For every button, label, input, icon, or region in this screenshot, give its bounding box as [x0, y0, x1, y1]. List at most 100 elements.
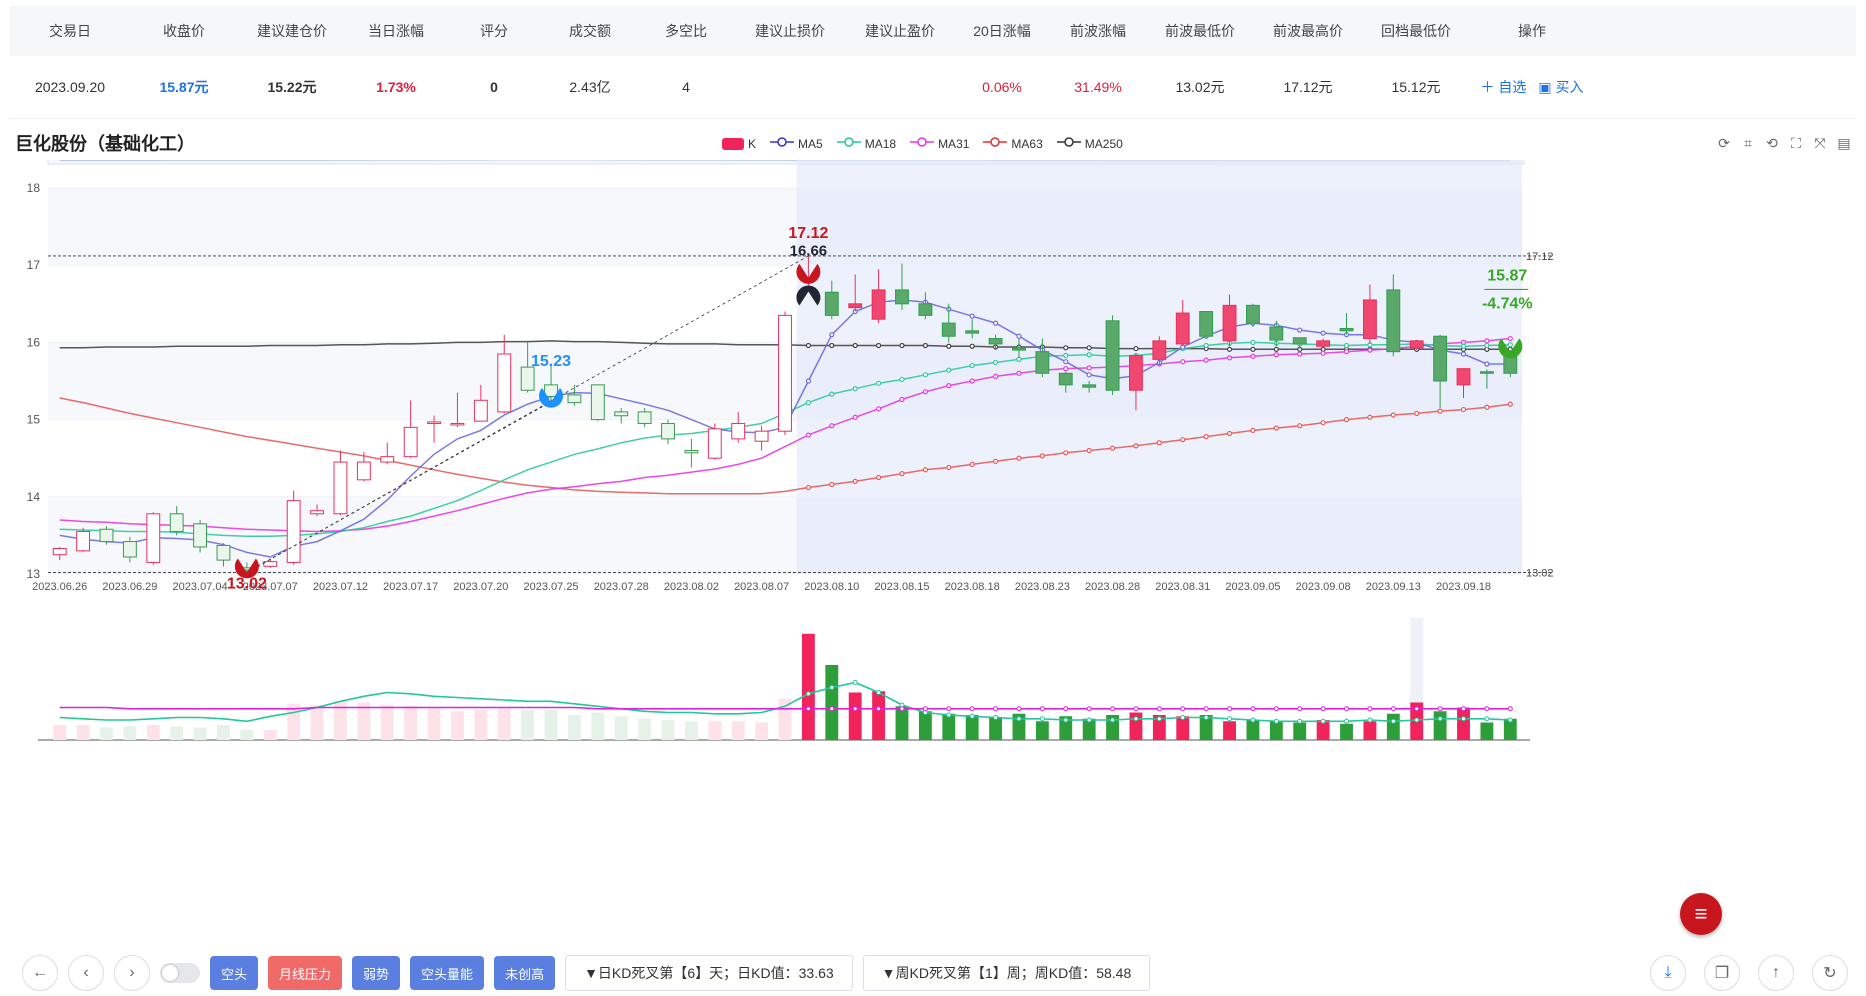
- status-tag[interactable]: 空头: [210, 956, 259, 990]
- table-cell: 1.73%: [376, 79, 416, 95]
- add-watchlist-button[interactable]: ＋ 自选: [1480, 77, 1526, 97]
- table-cell: 2.43亿: [569, 79, 611, 95]
- vol_ma_pink-point: [922, 706, 928, 712]
- legend-item[interactable]: K: [722, 137, 756, 151]
- ma63-point: [805, 484, 811, 491]
- legend-item[interactable]: MA63: [983, 136, 1043, 151]
- reset-icon[interactable]: ⤧: [1812, 135, 1828, 151]
- ma31-point: [922, 389, 928, 395]
- up-icon[interactable]: ↑: [1758, 955, 1794, 991]
- menu-icon[interactable]: ≡: [1680, 893, 1722, 935]
- fullscreen-icon[interactable]: ⛶: [1788, 135, 1804, 151]
- col-header: 收盘价: [163, 23, 205, 39]
- vol_ma_pink-point: [1390, 706, 1396, 712]
- ma18-point: [1484, 342, 1490, 349]
- vol_ma_green-point: [1297, 718, 1303, 724]
- status-tag[interactable]: 未创高: [494, 956, 556, 990]
- legend-item[interactable]: MA18: [836, 136, 896, 151]
- candle: [1456, 368, 1471, 386]
- ma31-point: [1016, 370, 1022, 376]
- candle: [1292, 337, 1307, 345]
- ma31-point: [1226, 355, 1233, 361]
- vol_ma_green-point: [1133, 716, 1139, 722]
- ma63-point: [1273, 425, 1279, 431]
- col-header: 评分: [480, 23, 508, 39]
- vol_ma_pink-point: [1110, 706, 1116, 712]
- ma31-point: [1180, 359, 1186, 365]
- vol_ma_pink-point: [993, 706, 999, 712]
- candle: [403, 426, 418, 458]
- candle: [1409, 340, 1424, 349]
- copy-icon[interactable]: ❐: [1704, 955, 1740, 991]
- ma5-point: [969, 313, 975, 319]
- vol_ma_green-point: [1367, 717, 1373, 723]
- crop-icon[interactable]: ⌗: [1740, 135, 1756, 151]
- table-cell: 2023.09.20: [34, 79, 106, 95]
- toggle-switch[interactable]: [160, 963, 200, 983]
- candle: [895, 289, 909, 305]
- download-icon[interactable]: ⤓: [1650, 955, 1686, 991]
- ma5-point: [1297, 327, 1303, 333]
- ma63-point: [1039, 453, 1045, 459]
- marker-label: 16.66: [790, 242, 828, 259]
- vol_ma_pink-point: [1180, 706, 1186, 712]
- vol_ma_green-point: [1156, 716, 1162, 722]
- volume-bar: [53, 725, 67, 740]
- legend-item[interactable]: MA5: [770, 136, 823, 151]
- status-tags: 空头 月线压力 弱势 空头量能 未创高: [210, 956, 556, 990]
- volume-bar: [544, 710, 558, 740]
- vol_ma_green-point: [1180, 715, 1186, 720]
- ma5-point: [1460, 351, 1467, 357]
- vol_ma_pink-point: [1437, 706, 1443, 712]
- buy-button[interactable]: ▣ 买入: [1538, 77, 1583, 97]
- volume-bar: [684, 721, 698, 740]
- ma63-point: [829, 481, 835, 488]
- x-tick-label: 2023.08.07: [734, 581, 789, 593]
- volume-bar: [123, 726, 137, 740]
- ma18-point: [1250, 339, 1256, 345]
- undo-zoom-icon[interactable]: ⟲: [1764, 135, 1780, 151]
- x-tick-label: 2023.08.31: [1155, 581, 1210, 593]
- candle: [1152, 340, 1167, 360]
- status-tag[interactable]: 月线压力: [268, 956, 343, 990]
- vol_ma_green-point: [805, 691, 811, 697]
- candle: [356, 461, 371, 481]
- status-tag[interactable]: 弱势: [352, 956, 401, 990]
- ma5-point: [1063, 359, 1069, 365]
- legend-item[interactable]: MA250: [1056, 136, 1123, 151]
- ma18-point: [1063, 352, 1069, 359]
- volume-bar: [638, 718, 652, 740]
- candle: [1433, 335, 1448, 382]
- prev-icon[interactable]: ‹: [68, 955, 104, 991]
- vol_ma_pink-point: [946, 706, 952, 712]
- vol_ma_pink-point: [829, 706, 835, 712]
- next-icon[interactable]: ›: [114, 955, 150, 991]
- legend-item[interactable]: MA31: [910, 136, 969, 151]
- volume-bar: [240, 730, 254, 740]
- status-tag[interactable]: 空头量能: [410, 956, 485, 990]
- candle: [965, 330, 980, 334]
- ma18-point: [1460, 343, 1467, 349]
- ma63-point: [1180, 437, 1186, 443]
- ma31-point: [1367, 347, 1373, 353]
- save-image-icon[interactable]: ▤: [1836, 135, 1852, 151]
- back-icon[interactable]: ←: [22, 955, 58, 991]
- candle: [1012, 347, 1026, 351]
- legend-symbol: [770, 136, 795, 151]
- volume-bar: [474, 710, 488, 740]
- vol_ma_pink-point: [1016, 706, 1022, 712]
- table-cell: 15.87元: [159, 79, 209, 95]
- table-cell: 17.12元: [1283, 79, 1333, 95]
- refresh-icon[interactable]: ↻: [1812, 955, 1848, 991]
- kline-chart[interactable]: 13 14 15 16 17 18 17.12 13.02 2023.06.26 2023.06.…: [0, 160, 1866, 920]
- legend-label: K: [748, 136, 757, 151]
- y-tick-label: 16: [27, 335, 41, 349]
- candle: [193, 523, 208, 548]
- vol_ma_green-point: [1507, 717, 1513, 723]
- ma63-point: [1063, 450, 1069, 456]
- y-tick-label: 15: [27, 413, 41, 427]
- table-header: 交易日 收盘价 建议建仓价 当日涨幅 评分 成交额 多空比 建议止损价 建议止盈价 20日涨幅 前波…: [10, 6, 1856, 56]
- restore-icon[interactable]: ⟳: [1716, 135, 1732, 151]
- ma5-point: [1016, 333, 1022, 339]
- ma63-point: [1460, 406, 1467, 413]
